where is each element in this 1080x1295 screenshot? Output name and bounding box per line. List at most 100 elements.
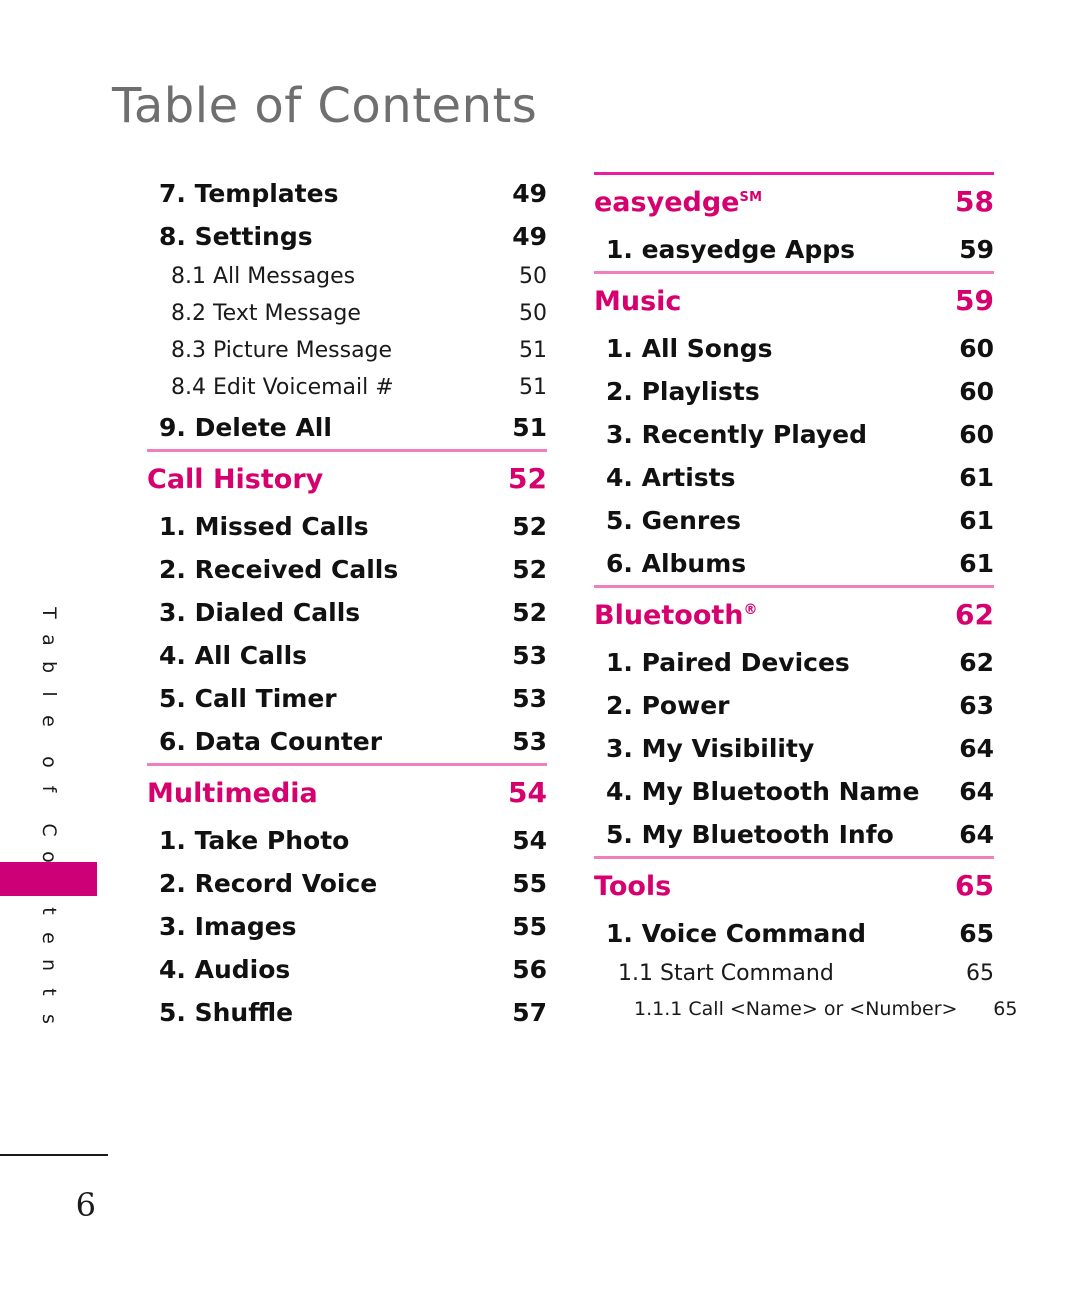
toc-entry[interactable]: 1. Paired Devices 62 xyxy=(594,641,994,684)
toc-entry-label: 2. Playlists xyxy=(606,377,760,406)
toc-entry[interactable]: 3. Recently Played 60 xyxy=(594,413,994,456)
toc-section-heading-label: Call History xyxy=(147,464,324,495)
toc-entry[interactable]: 1.1 Start Command 65 xyxy=(594,955,994,992)
toc-entry[interactable]: 3. Images 55 xyxy=(147,905,547,948)
toc-section-heading-page-number: 58 xyxy=(955,185,994,218)
toc-entry-page-number: 60 xyxy=(959,420,994,449)
toc-section-heading-page-number: 65 xyxy=(955,869,994,902)
toc-entry-label: 9. Delete All xyxy=(159,413,332,442)
toc-entry[interactable]: 8.2 Text Message 50 xyxy=(147,295,547,332)
toc-entry[interactable]: 6. Albums 61 xyxy=(594,542,994,585)
toc-entry-label: 4. Artists xyxy=(606,463,736,492)
toc-entry-page-number: 64 xyxy=(959,734,994,763)
toc-entry-page-number: 57 xyxy=(512,998,547,1027)
page-title: Table of Contents xyxy=(112,78,538,134)
toc-entry[interactable]: 5. Call Timer 53 xyxy=(147,677,547,720)
toc-entry-page-number: 65 xyxy=(966,961,994,986)
toc-entry-page-number: 51 xyxy=(512,413,547,442)
toc-entry-label: 4. Audios xyxy=(159,955,291,984)
toc-entry[interactable]: 5. Genres 61 xyxy=(594,499,994,542)
toc-section-heading[interactable]: Music 59 xyxy=(594,274,994,327)
toc-entry-page-number: 51 xyxy=(519,375,547,400)
toc-entry-page-number: 60 xyxy=(959,334,994,363)
toc-entry-page-number: 64 xyxy=(959,820,994,849)
toc-entry-page-number: 52 xyxy=(512,555,547,584)
toc-entry-label: 6. Data Counter xyxy=(159,727,383,756)
toc-entry-page-number: 54 xyxy=(512,826,547,855)
toc-section-heading-page-number: 54 xyxy=(508,776,547,809)
toc-section-heading-label: Tools xyxy=(594,871,672,902)
toc-section-heading[interactable]: Multimedia 54 xyxy=(147,766,547,819)
toc-entry[interactable]: 2. Playlists 60 xyxy=(594,370,994,413)
toc-section-heading[interactable]: Tools 65 xyxy=(594,859,994,912)
toc-entry-page-number: 51 xyxy=(519,338,547,363)
toc-section-heading-label: easyedgeSM xyxy=(594,187,763,218)
toc-entry-page-number: 53 xyxy=(512,684,547,713)
toc-entry-page-number: 56 xyxy=(512,955,547,984)
toc-entry[interactable]: 1.1.1 Call <Name> or <Number> 65 xyxy=(594,992,1017,1025)
toc-entry[interactable]: 1. Take Photo 54 xyxy=(147,819,547,862)
toc-entry[interactable]: 4. My Bluetooth Name 64 xyxy=(594,770,994,813)
toc-entry-page-number: 61 xyxy=(959,506,994,535)
toc-entry[interactable]: 7. Templates 49 xyxy=(147,172,547,215)
side-tab-vertical-label: TableofContents xyxy=(0,600,97,1033)
toc-entry[interactable]: 4. Artists 61 xyxy=(594,456,994,499)
toc-section-heading-superscript: ® xyxy=(743,602,758,618)
toc-entry[interactable]: 3. Dialed Calls 52 xyxy=(147,591,547,634)
toc-entry-label: 1. Voice Command xyxy=(606,919,866,948)
toc-entry[interactable]: 8. Settings 49 xyxy=(147,215,547,258)
toc-entry-page-number: 53 xyxy=(512,727,547,756)
toc-left-column: 7. Templates 49 8. Settings 49 8.1 All Messa… xyxy=(147,172,547,1034)
toc-entry-label: 1. All Songs xyxy=(606,334,773,363)
toc-entry-page-number: 49 xyxy=(512,222,547,251)
toc-entry[interactable]: 3. My Visibility 64 xyxy=(594,727,994,770)
toc-entry-label: 2. Power xyxy=(606,691,730,720)
toc-entry-page-number: 63 xyxy=(959,691,994,720)
toc-entry-page-number: 55 xyxy=(512,912,547,941)
toc-entry[interactable]: 4. All Calls 53 xyxy=(147,634,547,677)
toc-entry-label: 8.2 Text Message xyxy=(171,301,361,326)
toc-entry-label: 8.4 Edit Voicemail # xyxy=(171,375,394,400)
toc-section-heading-page-number: 62 xyxy=(955,598,994,631)
toc-entry[interactable]: 1. easyedge Apps 59 xyxy=(594,228,994,271)
toc-entry-label: 3. Images xyxy=(159,912,297,941)
toc-entry[interactable]: 9. Delete All 51 xyxy=(147,406,547,449)
toc-entry[interactable]: 1. Voice Command 65 xyxy=(594,912,994,955)
toc-section-heading[interactable]: Call History 52 xyxy=(147,452,547,505)
toc-entry-label: 3. My Visibility xyxy=(606,734,815,763)
toc-entry-label: 1.1.1 Call <Name> or <Number> xyxy=(634,998,958,1020)
toc-section-heading-label: Music xyxy=(594,286,682,317)
toc-entry-page-number: 50 xyxy=(519,264,547,289)
toc-entry-page-number: 60 xyxy=(959,377,994,406)
toc-entry-label: 5. My Bluetooth Info xyxy=(606,820,894,849)
toc-entry[interactable]: 8.3 Picture Message 51 xyxy=(147,332,547,369)
toc-entry[interactable]: 5. My Bluetooth Info 64 xyxy=(594,813,994,856)
toc-entry[interactable]: 6. Data Counter 53 xyxy=(147,720,547,763)
toc-entry-label: 5. Genres xyxy=(606,506,742,535)
side-tab-letter: s xyxy=(37,1013,60,1025)
toc-entry[interactable]: 1. All Songs 60 xyxy=(594,327,994,370)
toc-entry[interactable]: 2. Received Calls 52 xyxy=(147,548,547,591)
toc-entry-page-number: 49 xyxy=(512,179,547,208)
toc-entry[interactable]: 8.1 All Messages 50 xyxy=(147,258,547,295)
toc-entry[interactable]: 8.4 Edit Voicemail # 51 xyxy=(147,369,547,406)
toc-entry[interactable]: 4. Audios 56 xyxy=(147,948,547,991)
toc-entry[interactable]: 2. Power 63 xyxy=(594,684,994,727)
toc-entry-label: 2. Record Voice xyxy=(159,869,378,898)
side-tab-marker xyxy=(0,862,97,896)
toc-section-heading-page-number: 52 xyxy=(508,462,547,495)
toc-entry-label: 4. All Calls xyxy=(159,641,308,670)
toc-section-heading[interactable]: Bluetooth® 62 xyxy=(594,588,994,641)
toc-entry-page-number: 62 xyxy=(959,648,994,677)
toc-section-heading-page-number: 59 xyxy=(955,284,994,317)
toc-section-heading[interactable]: easyedgeSM 58 xyxy=(594,175,994,228)
toc-entry-page-number: 52 xyxy=(512,512,547,541)
toc-entry[interactable]: 1. Missed Calls 52 xyxy=(147,505,547,548)
toc-entry-label: 7. Templates xyxy=(159,179,339,208)
toc-entry-label: 3. Dialed Calls xyxy=(159,598,361,627)
toc-entry-page-number: 61 xyxy=(959,549,994,578)
toc-entry-label: 1.1 Start Command xyxy=(618,961,834,986)
toc-entry[interactable]: 5. Shuffle 57 xyxy=(147,991,547,1034)
toc-entry-label: 5. Call Timer xyxy=(159,684,337,713)
toc-entry[interactable]: 2. Record Voice 55 xyxy=(147,862,547,905)
